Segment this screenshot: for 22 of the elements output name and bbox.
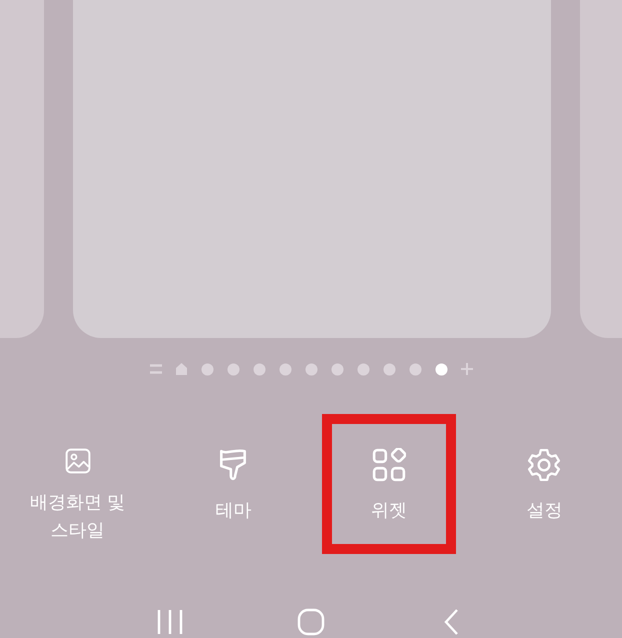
menu-button[interactable]: 테마	[166, 414, 300, 554]
page-dot[interactable]	[434, 362, 448, 376]
page-dot[interactable]	[330, 362, 344, 376]
menu-button[interactable]: 설정	[477, 414, 612, 554]
page-dot[interactable]	[408, 362, 422, 376]
menu-button[interactable]: 위젯	[322, 414, 456, 554]
page-dot[interactable]	[278, 362, 292, 376]
recents-icon[interactable]	[156, 608, 184, 636]
settings-icon	[527, 448, 562, 482]
menu-icon[interactable]	[150, 364, 162, 374]
widgets-icon	[372, 448, 406, 482]
add-icon[interactable]	[460, 363, 472, 375]
page-dot[interactable]	[356, 362, 370, 376]
home-screen-page[interactable]	[73, 0, 551, 338]
menu-button[interactable]: 배경화면 및 스타일	[10, 414, 145, 554]
page-dot[interactable]	[382, 362, 396, 376]
page-dot[interactable]	[200, 362, 214, 376]
page-dot[interactable]	[252, 362, 266, 376]
page-dot[interactable]	[226, 362, 240, 376]
page-dot[interactable]	[304, 362, 318, 376]
home-icon[interactable]	[174, 363, 188, 375]
home-button-icon[interactable]	[296, 608, 325, 636]
